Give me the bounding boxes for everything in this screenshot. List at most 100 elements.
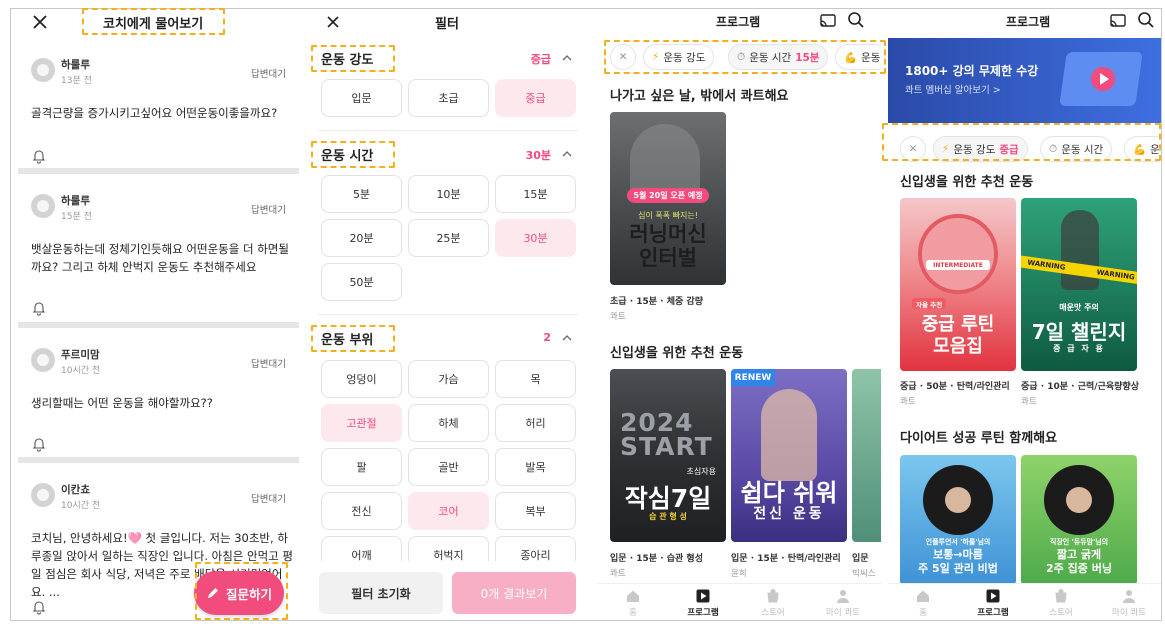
nav-label: 홈 [629, 608, 637, 618]
status-badge: 답변대기 [251, 205, 286, 216]
option-label: 고관절 [346, 417, 377, 430]
program-card[interactable]: RENEW 쉽다 쉬워 전신 운동 [731, 369, 847, 542]
nav-my[interactable]: 마이 콰트 [813, 588, 873, 618]
filter-option-selected[interactable]: 30분 [495, 219, 576, 257]
question-item[interactable]: 푸르미맘 10시간 전 답변대기 생리할때는 어떤 운동을 해야할까요?? [11, 346, 306, 456]
program-card[interactable]: WARNING WARNING 매운맛 주의 7일 챌린지 중 급 자 용 [1021, 198, 1137, 371]
filter-pill[interactable]: ⚡ 운동 강도 [643, 44, 715, 70]
filter-option[interactable]: 가슴 [408, 360, 489, 398]
renew-badge: RENEW [731, 369, 775, 386]
filter-option[interactable]: 발목 [495, 448, 576, 486]
question-text: 골격근량을 증가시키고싶어요 어떤운동이좋을까요? [31, 106, 278, 120]
section-title: 신입생을 위한 추천 운동 [610, 346, 744, 361]
bag-icon [1055, 589, 1067, 603]
filter-pill[interactable]: ⚡ 운동 강도 중급 [933, 136, 1028, 162]
chevron-up-icon[interactable] [561, 332, 573, 344]
program-card[interactable]: 2024 START 초심자용 작심7일 습 관 형 성 [610, 369, 726, 542]
nav-store[interactable]: 스토어 [743, 588, 803, 618]
question-text: 뱃살운동하는데 정체기인듯해요 어떤운동을 더 하면될까요? 그리고 하체 안벅… [31, 242, 289, 274]
filter-pill[interactable]: ⏱ 운동 시간 15분 [728, 44, 829, 70]
filter-option[interactable]: 50분 [321, 263, 402, 301]
nav-program[interactable]: 프로그램 [673, 588, 733, 618]
filter-pill[interactable]: 💪 운 [1124, 136, 1161, 162]
program-screen: 프로그램 ✕ ⚡ 운동 강도 ⏱ 운동 시간 15분 💪 운동 나가고 싶은 날… [598, 8, 881, 621]
filter-option-selected[interactable]: 중급 [495, 79, 576, 117]
filter-option[interactable]: 20분 [321, 219, 402, 257]
filter-option[interactable]: 15분 [495, 175, 576, 213]
program-card[interactable] [852, 369, 881, 542]
search-icon[interactable] [847, 11, 865, 29]
filter-option[interactable]: 목 [495, 360, 576, 398]
filter-option[interactable]: 허리 [495, 404, 576, 442]
filter-option[interactable]: 5분 [321, 175, 402, 213]
option-label: 코어 [438, 505, 459, 518]
option-label: 복부 [525, 505, 546, 518]
filter-option[interactable]: 초급 [408, 79, 489, 117]
card-caption: 중급 · 50분 · 탄력/라인관리 [900, 382, 1010, 392]
gauge-illustration [918, 214, 998, 294]
page-title: 프로그램 [716, 15, 761, 29]
coach-qa-screen: 코치에게 물어보기 하룰루 13분 전 답변대기 골격근량을 증가시키고싶어요 … [11, 8, 306, 621]
filter-option-selected[interactable]: 고관절 [321, 404, 402, 442]
question-item[interactable]: 하룰루 15분 전 답변대기 뱃살운동하는데 정체기인듯해요 어떤운동을 더 하… [11, 192, 306, 322]
cast-icon[interactable] [819, 12, 837, 30]
filter-pill[interactable]: 💪 운동 [835, 44, 881, 70]
filter-section-title[interactable]: 운동 부위 [321, 329, 373, 348]
membership-banner[interactable]: 1800+ 강의 무제한 수강 콰트 멤버십 알아보기 > [888, 38, 1161, 123]
bottom-nav: 홈 프로그램 스토어 마이 콰트 [888, 583, 1161, 621]
search-icon[interactable] [1137, 11, 1155, 29]
clear-filter-button[interactable]: ✕ [900, 136, 926, 162]
option-label: 10분 [436, 188, 461, 201]
muscle-icon: 💪 [1133, 143, 1147, 156]
card-caption: 입문 [852, 554, 869, 564]
filter-option-selected[interactable]: 코어 [408, 492, 489, 530]
close-icon[interactable] [29, 11, 51, 33]
ask-question-button[interactable]: 질문하기 [194, 571, 284, 615]
reset-filter-button[interactable]: 필터 초기화 [319, 572, 443, 614]
nav-my[interactable]: 마이 콰트 [1099, 588, 1159, 618]
card-provider: 콰트 [610, 312, 626, 322]
program-card[interactable]: INTERMEDIATE 자율 추천 중급 루틴 모음집 [900, 198, 1016, 371]
card-subtitle: 습 관 형 성 [649, 512, 687, 521]
filter-option[interactable]: 복부 [495, 492, 576, 530]
play-triangle [1100, 73, 1109, 85]
filter-option[interactable]: 팔 [321, 448, 402, 486]
program-card[interactable]: 직장인 '듀듀맘'님의 짧고 굵게 2주 집중 버닝 [1021, 455, 1137, 585]
program-card[interactable]: 5월 20일 오픈 예정 심이 폭폭 빠지는! 러닝머신 인터벌 [610, 112, 726, 285]
bell-icon[interactable] [31, 436, 47, 452]
pill-label: 운 [1150, 143, 1160, 156]
cast-icon[interactable] [1109, 12, 1127, 30]
option-label: 15분 [523, 188, 548, 201]
show-results-label: 0개 결과보기 [480, 586, 548, 601]
filter-option[interactable]: 엉덩이 [321, 360, 402, 398]
nav-program[interactable]: 프로그램 [963, 588, 1023, 618]
avatar [945, 487, 971, 513]
program-card[interactable]: 인플루언서 '하룰'님의 보통→마름 주 5일 관리 비법 [900, 455, 1016, 585]
show-results-button[interactable]: 0개 결과보기 [452, 572, 576, 614]
nav-home[interactable]: 홈 [603, 588, 663, 618]
filter-option[interactable]: 골반 [408, 448, 489, 486]
nav-store[interactable]: 스토어 [1031, 588, 1091, 618]
filter-section-title[interactable]: 운동 강도 [321, 49, 373, 68]
filter-option[interactable]: 전신 [321, 492, 402, 530]
option-label: 5분 [352, 188, 371, 201]
nav-home[interactable]: 홈 [893, 588, 953, 618]
filter-option[interactable]: 하체 [408, 404, 489, 442]
bell-icon[interactable] [31, 148, 47, 164]
filter-option[interactable]: 입문 [321, 79, 402, 117]
filter-section-title[interactable]: 운동 시간 [321, 145, 373, 164]
filter-option[interactable]: 25분 [408, 219, 489, 257]
filter-option[interactable]: 10분 [408, 175, 489, 213]
clear-filter-button[interactable]: ✕ [610, 44, 636, 70]
option-label: 30분 [523, 232, 548, 245]
bell-icon[interactable] [31, 300, 47, 316]
bell-icon[interactable] [31, 599, 47, 615]
filter-pill[interactable]: ⏱ 운동 시간 [1040, 136, 1113, 162]
close-icon[interactable] [323, 12, 343, 32]
post-time: 13분 전 [61, 76, 92, 86]
option-label: 허리 [525, 417, 546, 430]
question-item[interactable]: 하룰루 13분 전 답변대기 골격근량을 증가시키고싶어요 어떤운동이좋을까요? [11, 56, 306, 176]
chevron-up-icon[interactable] [561, 52, 573, 64]
chevron-up-icon[interactable] [561, 148, 573, 160]
nav-label: 스토어 [761, 608, 785, 618]
